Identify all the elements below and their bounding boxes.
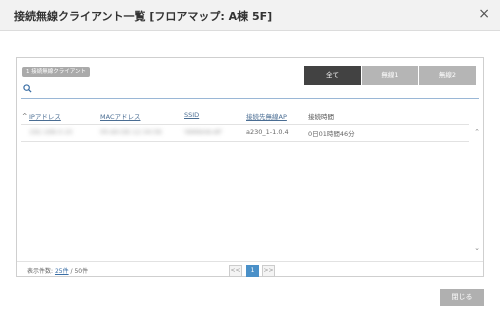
scroll-up-icon[interactable]: ⌃ [474, 128, 480, 136]
total-count: / 50件 [70, 268, 89, 275]
cell-time: 0日01時間46分 [308, 130, 355, 138]
display-count-label: 表示件数: [27, 268, 54, 275]
column-time: 接続時間 [308, 113, 334, 121]
display-count: 表示件数: 25件 / 50件 [27, 266, 88, 275]
client-list-panel: 1 接続無線クライアント 全て 無線1 無線2 ^ IPアドレス MACアドレス… [16, 57, 484, 277]
search-input[interactable] [35, 82, 475, 96]
close-icon[interactable]: × [478, 6, 490, 22]
scroll-down-icon[interactable]: ⌄ [474, 244, 480, 252]
search-underline [21, 98, 479, 99]
column-ap[interactable]: 接続先無線AP [246, 111, 287, 121]
table-header: ^ IPアドレス MACアドレス SSID 接続先無線AP 接続時間 [17, 111, 472, 123]
cell-ip: 192.168.0.10 [29, 128, 73, 136]
close-button[interactable]: 閉じる [440, 289, 484, 306]
column-mac[interactable]: MACアドレス [100, 111, 140, 121]
current-page-button[interactable]: 1 [246, 265, 259, 277]
header-divider [21, 124, 469, 125]
table-footer: 表示件数: 25件 / 50件 << 1 >> [17, 261, 483, 278]
client-count-badge: 1 接続無線クライアント [22, 67, 91, 77]
page-size-link[interactable]: 25件 [55, 268, 69, 275]
dialog-header: 接続無線クライアント一覧 [フロアマップ: A棟 5F] × [0, 0, 500, 31]
prev-page-button[interactable]: << [229, 265, 242, 277]
cell-mac: 00:A0:DE:12:34:56 [100, 128, 162, 136]
dialog-title: 接続無線クライアント一覧 [フロアマップ: A棟 5F] [14, 10, 273, 23]
row-divider [21, 141, 469, 142]
search-icon [23, 84, 32, 93]
sort-indicator-icon: ^ [22, 112, 28, 120]
next-page-button[interactable]: >> [262, 265, 275, 277]
table-row[interactable]: 192.168.0.10 00:A0:DE:12:34:56 YAMAHA-AP… [17, 126, 469, 140]
column-ssid[interactable]: SSID [184, 111, 199, 119]
column-ip[interactable]: IPアドレス [29, 111, 61, 121]
cell-ap: a230_1-1.0.4 [246, 128, 289, 136]
cell-ssid: YAMAHA-AP [184, 128, 222, 136]
